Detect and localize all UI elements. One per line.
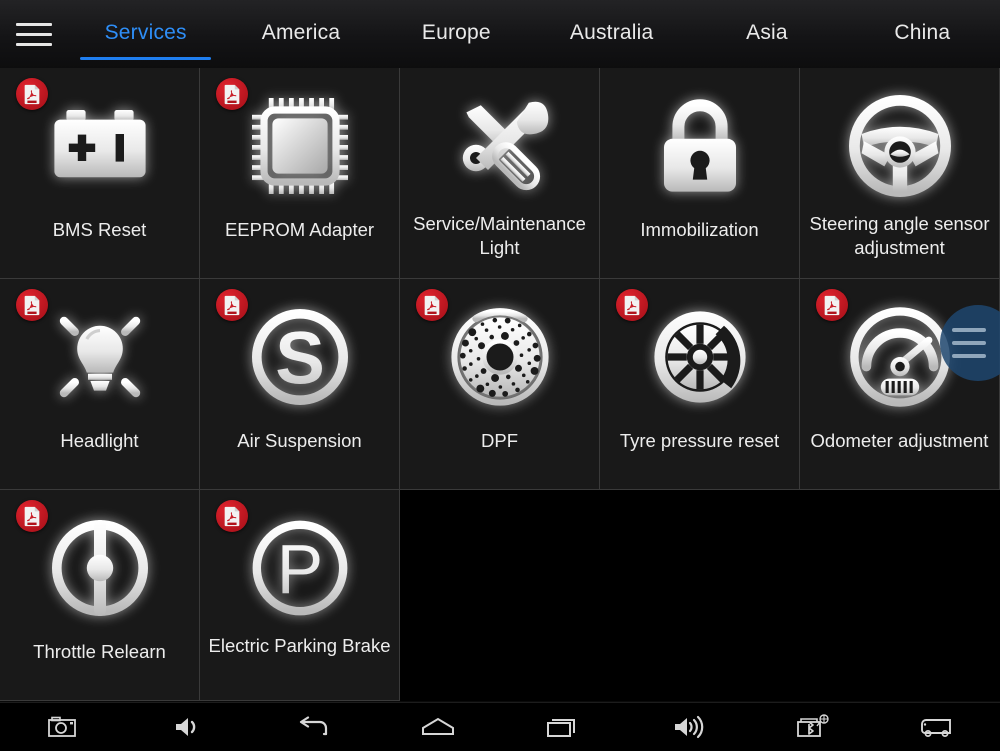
tab-europe[interactable]: Europe (379, 0, 534, 68)
service-tile-label: EEPROM Adapter (200, 218, 399, 242)
service-tile-eeprom-adapter[interactable]: EEPROM Adapter (200, 68, 400, 279)
back-button[interactable] (250, 703, 375, 751)
service-tile-label: Air Suspension (200, 429, 399, 453)
home-button[interactable] (375, 703, 500, 751)
service-tile-dpf[interactable]: DPF (400, 279, 600, 490)
recent-apps-icon (547, 716, 579, 738)
tab-label: America (262, 21, 340, 45)
volume-up-button[interactable] (625, 703, 750, 751)
hamburger-line (16, 33, 52, 36)
svg-text:P: P (276, 530, 322, 608)
tab-asia[interactable]: Asia (689, 0, 844, 68)
tab-label: Asia (746, 21, 788, 45)
service-tile-label: Tyre pressure reset (600, 429, 799, 453)
service-tile-throttle-relearn[interactable]: Throttle Relearn (0, 490, 200, 701)
tab-label: Europe (422, 21, 491, 45)
vci-bluetooth-icon (796, 714, 830, 740)
vehicle-button[interactable] (875, 703, 1000, 751)
grid-empty-cell (400, 490, 600, 701)
tools-icon (400, 68, 599, 218)
service-tile-label: Headlight (0, 429, 199, 453)
service-tile-electric-parking-brake[interactable]: P Electric Parking Brake (200, 490, 400, 701)
services-grid: BMS Reset EEPROM Adapter Servic (0, 68, 1000, 702)
tab-america[interactable]: America (223, 0, 378, 68)
service-tile-headlight[interactable]: Headlight (0, 279, 200, 490)
fab-line (952, 354, 986, 358)
service-tile-immobilization[interactable]: Immobilization (600, 68, 800, 279)
service-tile-bms-reset[interactable]: BMS Reset (0, 68, 200, 279)
svg-text:S: S (275, 316, 325, 399)
recent-apps-button[interactable] (500, 703, 625, 751)
tab-australia[interactable]: Australia (534, 0, 689, 68)
hamburger-line (16, 23, 52, 26)
vehicle-truck-icon (920, 716, 956, 738)
tab-label: China (894, 21, 950, 45)
tab-services[interactable]: Services (68, 0, 223, 68)
tab-bar: Services America Europe Australia Asia China (68, 0, 1000, 68)
top-bar: Services America Europe Australia Asia China (0, 0, 1000, 68)
back-arrow-icon (297, 716, 329, 738)
lock-icon (600, 68, 799, 218)
steering-wheel-icon (800, 68, 999, 218)
volume-up-icon (672, 714, 704, 740)
grid-empty-cell (600, 490, 800, 701)
hamburger-line (16, 43, 52, 46)
service-tile-label: Steering angle sensor adjustment (800, 212, 999, 260)
service-tile-steering-angle-sensor-adjustment[interactable]: Steering angle sensor adjustment (800, 68, 1000, 279)
service-tile-label: Electric Parking Brake (200, 634, 399, 658)
screenshot-button[interactable] (0, 703, 125, 751)
volume-down-icon (173, 714, 203, 740)
fab-line (952, 341, 986, 345)
service-tile-label: BMS Reset (0, 218, 199, 242)
tab-label: Services (105, 21, 187, 45)
camera-icon (48, 715, 78, 739)
grid-empty-cell (800, 490, 1000, 701)
service-tile-air-suspension[interactable]: S Air Suspension (200, 279, 400, 490)
bottom-navigation-bar (0, 702, 1000, 750)
service-tile-label: DPF (400, 429, 599, 453)
service-tile-label: Throttle Relearn (0, 640, 199, 664)
service-tile-service-maintenance-light[interactable]: Service/Maintenance Light (400, 68, 600, 279)
tab-label: Australia (570, 21, 654, 45)
home-icon (421, 716, 455, 738)
service-tile-label: Service/Maintenance Light (400, 212, 599, 260)
tab-china[interactable]: China (845, 0, 1000, 68)
fab-line (952, 328, 986, 332)
vci-connection-button[interactable] (750, 703, 875, 751)
volume-down-button[interactable] (125, 703, 250, 751)
hamburger-menu-icon[interactable] (0, 0, 68, 68)
service-tile-label: Odometer adjustment (800, 429, 999, 453)
service-tile-tyre-pressure-reset[interactable]: Tyre pressure reset (600, 279, 800, 490)
service-tile-label: Immobilization (600, 218, 799, 242)
